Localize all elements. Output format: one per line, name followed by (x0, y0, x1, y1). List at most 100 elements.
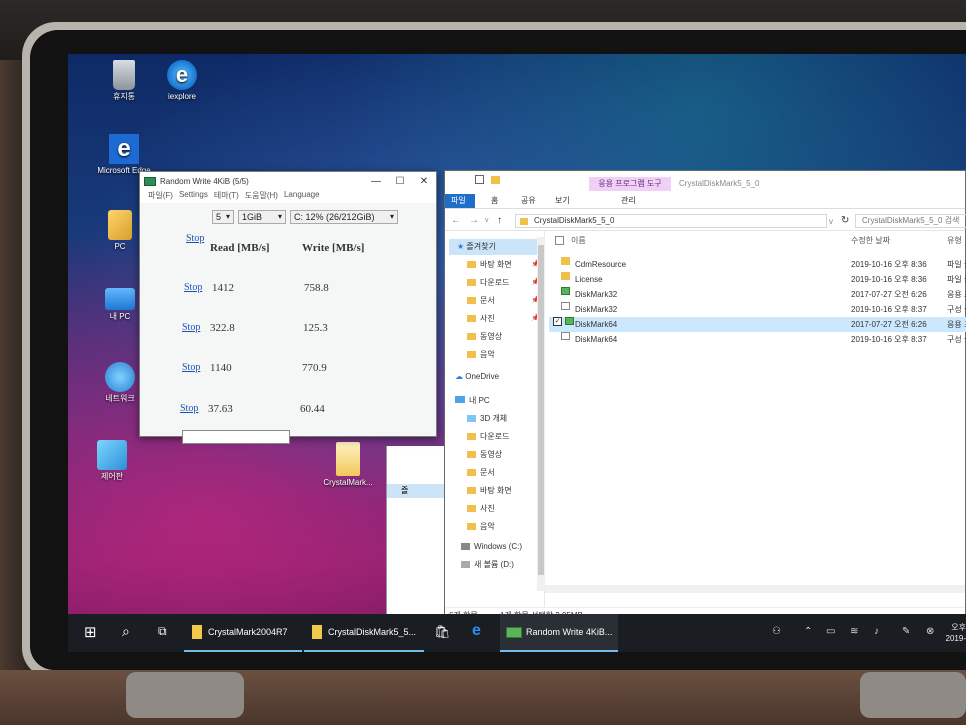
file-row[interactable]: CdmResource 2019-10-16 오후 8:36 파일 폴더 (549, 257, 966, 272)
all-stop-button[interactable]: Stop (186, 233, 204, 244)
desktop-icon-crystalmark[interactable]: CrystalMark... (316, 442, 380, 488)
minimize-icon[interactable]: — (364, 176, 388, 187)
nav-item-downloads[interactable]: 다운로드 📌 (467, 275, 540, 291)
search-input[interactable]: CrystalDiskMark5_5_0 검색 (855, 214, 966, 228)
scrollbar-thumb[interactable] (538, 245, 544, 575)
taskbar-item-crystalmark[interactable]: CrystalMark2004R7 (184, 614, 302, 652)
up-arrow-icon[interactable]: ↑ (497, 215, 502, 226)
folder-icon (467, 523, 476, 530)
select-all-checkbox[interactable] (555, 236, 564, 245)
row-checkbox[interactable]: ✓ (553, 317, 562, 326)
chevron-down-icon[interactable]: v (829, 217, 833, 226)
close-icon[interactable]: ✕ (412, 176, 436, 187)
forward-arrow-icon[interactable]: → (469, 215, 479, 226)
pen-icon[interactable]: ✎ (902, 626, 910, 637)
title-bar[interactable]: Random Write 4KiB (5/5) — ☐ ✕ (140, 172, 436, 190)
nav-item-videos[interactable]: 동영상 (467, 329, 502, 345)
stop-button-seq-q1[interactable]: Stop (182, 362, 200, 373)
nav-item-drive-d[interactable]: 새 볼륨 (D:) (461, 557, 514, 573)
search-icon[interactable]: ⌕ (122, 623, 130, 640)
tab-view[interactable]: 보기 (549, 194, 576, 208)
battery-icon[interactable]: ▭ (826, 626, 835, 637)
tab-share[interactable]: 공유 (515, 194, 542, 208)
desktop-icon-iexplore[interactable]: e iexplore (152, 60, 212, 102)
explorer-window-background[interactable]: 즐 (386, 446, 447, 616)
menu-help[interactable]: 도움말(H) (245, 190, 278, 202)
nav-item-3d-objects[interactable]: 3D 개체 (467, 411, 507, 427)
folder-icon (467, 297, 476, 304)
store-icon[interactable]: 🛍 (434, 624, 451, 640)
nav-item-desktop[interactable]: 바탕 화면 📌 (467, 257, 540, 273)
notification-icon[interactable]: ⊗ (926, 626, 934, 637)
file-row[interactable]: License 2019-10-16 오후 8:36 파일 폴더 (549, 272, 966, 287)
nav-scrollbar[interactable] (537, 237, 545, 591)
nav-quick-access[interactable]: 즐 (387, 484, 447, 498)
desktop-icon-edge[interactable]: e Microsoft Edge (94, 134, 154, 176)
nav-item-videos-pc[interactable]: 동영상 (467, 447, 502, 463)
comment-field[interactable] (182, 430, 290, 444)
file-row[interactable]: DiskMark32 2019-10-16 오후 8:37 구성 설정 (549, 302, 966, 317)
stop-button-4k-q1[interactable]: Stop (180, 403, 198, 414)
tab-manage[interactable]: 관리 (615, 194, 642, 208)
chevron-down-icon[interactable]: v (485, 217, 489, 224)
nav-item-documents[interactable]: 문서 📌 (467, 293, 540, 309)
nav-item-documents-pc[interactable]: 문서 (467, 465, 495, 481)
nav-item-pictures[interactable]: 사진 📌 (467, 311, 540, 327)
chevron-up-icon[interactable]: ⌃ (804, 626, 812, 637)
nav-item-drive-c[interactable]: Windows (C:) (461, 539, 522, 555)
crystaldiskmark-window[interactable]: Random Write 4KiB (5/5) — ☐ ✕ 파일(F) Sett… (139, 171, 437, 444)
recycle-bin-icon (113, 60, 135, 90)
read-header: Read [MB/s] (210, 242, 270, 254)
horizontal-scrollbar[interactable] (545, 585, 965, 593)
checkbox-icon[interactable] (475, 175, 484, 184)
nav-item-pictures-pc[interactable]: 사진 (467, 501, 495, 517)
windows-start-icon[interactable]: ⊞ (84, 623, 97, 641)
read-value: 1412 (212, 282, 234, 294)
nav-item-desktop-pc[interactable]: 바탕 화면 (467, 483, 512, 499)
file-row[interactable]: DiskMark64 2019-10-16 오후 8:37 구성 설정 (549, 332, 966, 347)
taskbar-item-crystaldiskmark[interactable]: Random Write 4KiB... (500, 614, 618, 652)
stop-button-4k-q8[interactable]: Stop (182, 322, 200, 333)
refresh-icon[interactable]: ↻ (841, 215, 849, 226)
menu-theme[interactable]: 테마(T) (214, 190, 239, 202)
folder-icon (467, 469, 476, 476)
maximize-icon[interactable]: ☐ (388, 176, 412, 187)
folder-icon (467, 487, 476, 494)
column-header-type[interactable]: 유형 (947, 235, 962, 246)
address-bar[interactable]: CrystalDiskMark5_5_0 (515, 214, 827, 228)
desktop-icon-control-panel[interactable]: 제어판 (82, 440, 142, 482)
file-date: 2019-10-16 오후 8:36 (851, 260, 927, 269)
explorer-window[interactable]: 응용 프로그램 도구 CrystalDiskMark5_5_0 파일 홈 공유 … (444, 170, 966, 624)
back-arrow-icon[interactable]: ← (451, 215, 461, 226)
column-header-name[interactable]: 이름 (571, 235, 586, 246)
stop-button-seq-q32[interactable]: Stop (184, 282, 202, 293)
tab-home[interactable]: 홈 (485, 194, 504, 208)
desktop-icon-recycle-bin[interactable]: 휴지통 (94, 60, 154, 102)
menu-settings[interactable]: Settings (179, 190, 208, 202)
column-header-modified[interactable]: 수정한 날짜 (851, 235, 890, 246)
nav-item-onedrive[interactable]: ☁ OneDrive (455, 369, 499, 385)
edge-icon[interactable]: e (472, 622, 481, 640)
nav-item-downloads-pc[interactable]: 다운로드 (467, 429, 509, 445)
drive-select[interactable]: C: 12% (26/212GiB) ▾ (290, 210, 398, 224)
taskbar-item-explorer[interactable]: CrystalDiskMark5_5... (304, 614, 424, 652)
file-row-selected[interactable]: ✓ DiskMark64 2017-07-27 오전 6:26 응용 프로그램 (549, 317, 966, 332)
file-row[interactable]: DiskMark32 2017-07-27 오전 6:26 응용 프로그램 (549, 287, 966, 302)
menu-file[interactable]: 파일(F) (148, 190, 173, 202)
test-size-select[interactable]: 1GiB ▾ (238, 210, 286, 224)
desktop-icon-label: 제어판 (100, 472, 124, 481)
menu-language[interactable]: Language (284, 190, 320, 202)
volume-icon[interactable]: ♪ (874, 626, 879, 637)
test-count-select[interactable]: 5 ▾ (212, 210, 234, 224)
context-tab-app-tools[interactable]: 응용 프로그램 도구 (589, 177, 671, 191)
tab-file[interactable]: 파일 (445, 194, 475, 208)
nav-item-music-pc[interactable]: 음악 (467, 519, 495, 535)
desktop-icon-label: CrystalMark... (323, 478, 373, 487)
task-view-icon[interactable]: ⧉ (158, 624, 167, 639)
wifi-icon[interactable]: ≋ (850, 626, 858, 637)
people-icon[interactable]: ⚇ (772, 626, 781, 637)
clock[interactable]: 오후 2019- (946, 622, 966, 644)
nav-item-this-pc[interactable]: 내 PC (455, 393, 490, 409)
nav-quick-access[interactable]: ★ 즐겨찾기 (449, 239, 537, 255)
nav-item-music[interactable]: 음악 (467, 347, 495, 363)
